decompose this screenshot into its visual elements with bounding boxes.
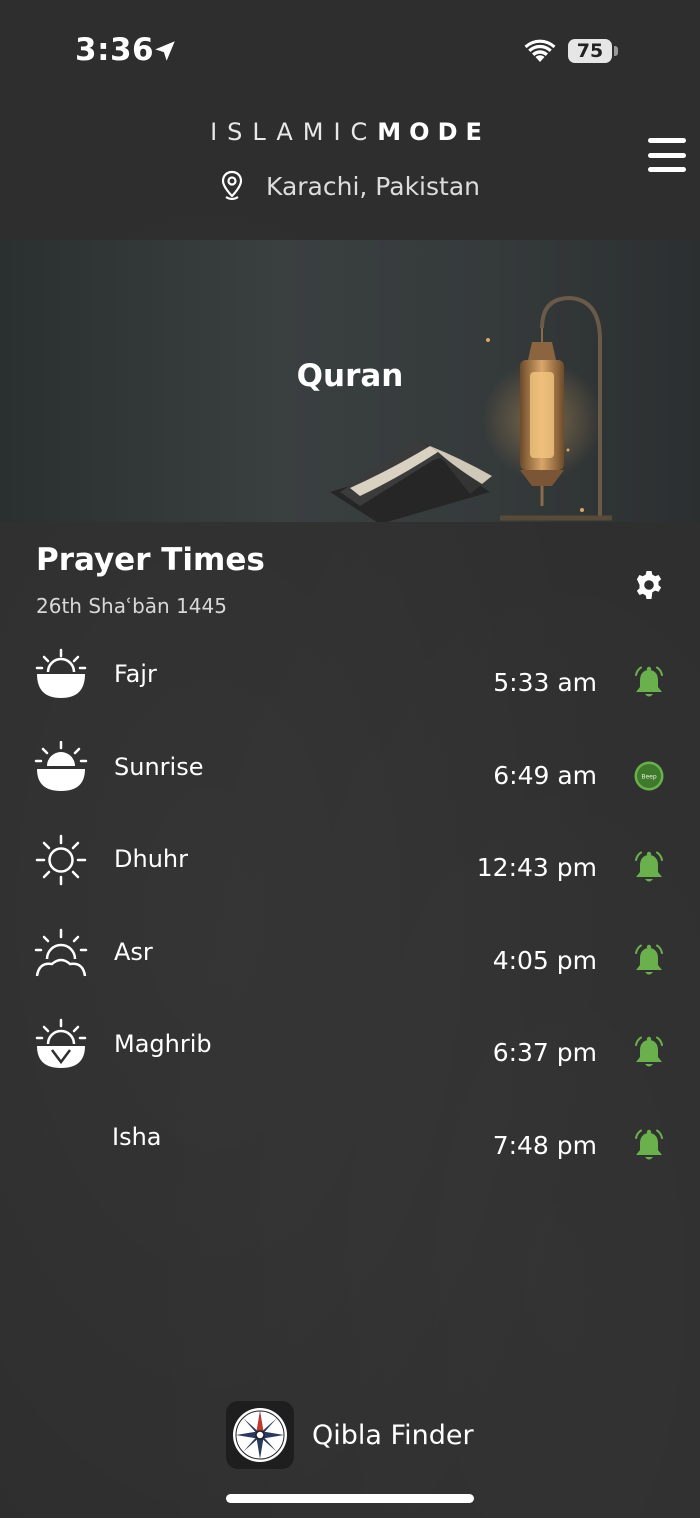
prayer-time: 6:37 pm — [492, 1038, 597, 1068]
sunset-icon — [35, 1019, 87, 1069]
brand-light-text: ISLAMIC — [210, 118, 378, 146]
prayer-name: Fajr — [114, 660, 157, 688]
beep-label: Beep — [641, 773, 656, 780]
hamburger-menu-button[interactable] — [648, 138, 686, 172]
prayer-name: Maghrib — [114, 1030, 212, 1059]
battery-indicator: 75 — [568, 39, 612, 63]
prayer-time: 6:49 am — [493, 760, 597, 790]
sunrise-icon — [34, 740, 88, 791]
prayer-time: 7:48 pm — [492, 1130, 597, 1160]
compass-icon — [226, 1401, 294, 1469]
prayer-row-asr[interactable]: Asr 4:05 pm — [0, 924, 700, 1017]
bell-icon[interactable] — [633, 666, 665, 700]
qibla-finder-label: Qibla Finder — [312, 1419, 474, 1451]
app-header: ISLAMICMODE Karachi, Pakistan — [0, 100, 700, 240]
battery-nub — [614, 46, 618, 56]
bell-icon[interactable] — [633, 851, 665, 885]
location-pin-icon — [221, 170, 243, 200]
location-text: Karachi, Pakistan — [266, 171, 480, 201]
prayer-time: 5:33 am — [493, 668, 597, 697]
bell-icon[interactable] — [633, 1129, 665, 1163]
menu-line — [648, 152, 686, 158]
brand-logo: ISLAMICMODE — [0, 118, 700, 146]
prayer-times-title: Prayer Times — [36, 542, 265, 578]
bell-icon[interactable] — [633, 1036, 665, 1070]
prayer-name: Asr — [114, 937, 153, 966]
gear-icon[interactable] — [633, 569, 665, 601]
quran-lantern-illustration — [330, 295, 612, 522]
qibla-finder-button[interactable]: Qibla Finder — [226, 1401, 474, 1469]
prayer-row-maghrib[interactable]: Maghrib 6:37 pm — [0, 1016, 700, 1109]
prayer-row-sunrise[interactable]: Sunrise 6:49 am Beep — [0, 739, 700, 832]
screen: 3:36 75 ISLAMICMODE Karachi, Pakistan Qu… — [0, 0, 700, 1518]
beep-icon[interactable]: Beep — [633, 759, 665, 793]
brand-bold-text: MODE — [377, 118, 490, 146]
prayer-name: Sunrise — [114, 752, 204, 781]
sun-icon — [35, 834, 87, 886]
location-selector[interactable]: Karachi, Pakistan — [0, 170, 700, 202]
location-arrow-icon — [155, 41, 175, 61]
status-bar: 3:36 75 — [0, 0, 700, 100]
home-indicator[interactable] — [226, 1494, 474, 1503]
moon-icon — [46, 1116, 78, 1155]
prayer-row-isha[interactable]: Isha 7:48 pm — [0, 1109, 700, 1202]
prayer-list: Fajr 5:33 am Sunrise 6:49 am Beep Dhuhr … — [0, 646, 700, 1202]
afternoon-sun-icon — [34, 928, 88, 977]
status-time: 3:36 — [75, 32, 155, 68]
prayer-row-dhuhr[interactable]: Dhuhr 12:43 pm — [0, 831, 700, 924]
dawn-icon — [35, 648, 87, 698]
bell-icon[interactable] — [633, 944, 665, 978]
wifi-icon — [524, 39, 556, 62]
prayer-name: Isha — [112, 1122, 162, 1151]
hijri-date: 26th Shaʿbān 1445 — [36, 594, 227, 618]
prayer-row-fajr[interactable]: Fajr 5:33 am — [0, 646, 700, 739]
menu-line — [648, 138, 686, 143]
prayer-time: 4:05 pm — [492, 945, 597, 975]
prayer-name: Dhuhr — [114, 845, 188, 874]
prayer-time: 12:43 pm — [476, 853, 597, 883]
quran-banner[interactable]: Quran — [0, 240, 700, 522]
banner-title: Quran — [296, 358, 404, 394]
